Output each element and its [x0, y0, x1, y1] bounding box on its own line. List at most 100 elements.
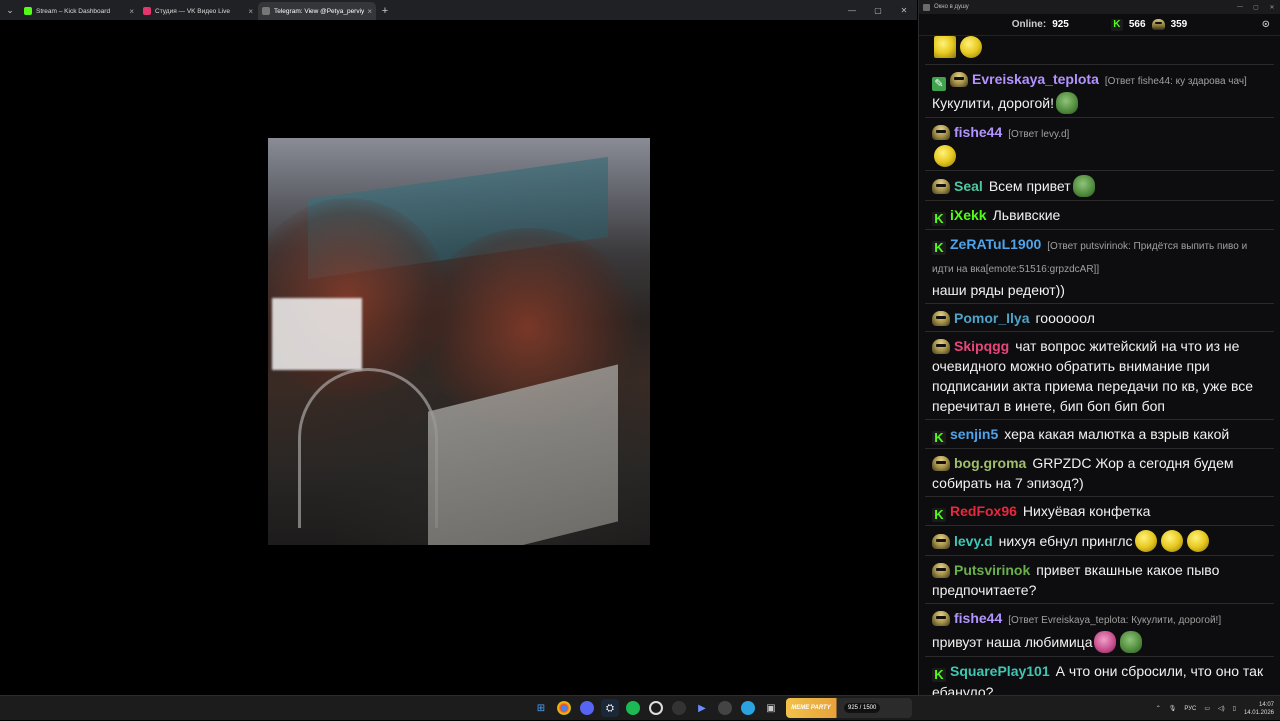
- chat-message: K RedFox96 Нихуёвая конфетка: [925, 497, 1274, 526]
- minimize-icon[interactable]: —: [839, 0, 865, 20]
- chat-message: Seal Всем привет: [925, 171, 1274, 201]
- reply-reference: [Ответ levy.d]: [1008, 129, 1070, 140]
- telegram-icon[interactable]: [741, 701, 755, 715]
- chat-window-titlebar: Окно в душу — ▢ ✕: [919, 0, 1280, 14]
- chat-window: Окно в душу — ▢ ✕ Online: 925 K 566 359 …: [918, 0, 1280, 695]
- browser-tab[interactable]: Telegram: View @Petya_perviy ×: [258, 2, 376, 20]
- chat-username[interactable]: Putsvirinok: [954, 562, 1030, 578]
- settings-icon[interactable]: ⊙: [1262, 19, 1270, 30]
- chat-message-list[interactable]: ✎ Evreiskaya_teplota [Ответ fishe44: ку зд…: [919, 36, 1280, 695]
- vk-viewer-count: 359: [1170, 19, 1188, 30]
- pepe-emote-icon: [1120, 631, 1143, 653]
- chat-message: Putsvirinok привет вкашные какое пыво пре…: [925, 556, 1274, 604]
- close-window-icon[interactable]: ✕: [891, 0, 917, 20]
- chat-username[interactable]: SquarePlay101: [950, 663, 1050, 679]
- meme-party-widget[interactable]: MEME PARTY 925 / 1500: [786, 698, 912, 718]
- chat-window-title: Окно в душу: [934, 4, 969, 10]
- tray-chevron-icon[interactable]: ⌃: [1156, 705, 1161, 712]
- tab-close-icon[interactable]: ×: [248, 7, 253, 16]
- chat-message-text: Кукулити, дорогой!: [932, 95, 1054, 111]
- maximize-icon[interactable]: ▢: [865, 0, 891, 20]
- kick-icon: K: [1110, 18, 1123, 31]
- chat-username[interactable]: Skipqgg: [954, 338, 1009, 354]
- goblin-badge-icon: [932, 125, 950, 140]
- goblin-badge-icon: [932, 534, 950, 549]
- window-controls: — ▢ ✕: [839, 0, 917, 20]
- chat-message-text: Всем привет: [988, 178, 1071, 194]
- network-icon[interactable]: ▭: [1204, 705, 1210, 712]
- kick-badge-icon: K: [932, 241, 946, 255]
- tab-close-icon[interactable]: ×: [129, 7, 134, 16]
- steam-icon[interactable]: ⛭: [601, 699, 619, 717]
- yellow-emote-icon: [1134, 530, 1157, 552]
- minimize-icon[interactable]: —: [1232, 0, 1248, 14]
- chat-username[interactable]: ZeRATuL1900: [950, 236, 1041, 252]
- tab-search-icon[interactable]: ⌄: [0, 0, 20, 20]
- chat-message-text: нихуя ебнул принглс: [998, 533, 1133, 549]
- microphone-icon[interactable]: 🎙: [1169, 705, 1177, 712]
- online-label: Online:: [1011, 19, 1047, 30]
- chat-header: Online: 925 K 566 359 ⊙: [919, 14, 1280, 36]
- volume-icon[interactable]: ◁): [1218, 705, 1225, 712]
- yellow-emote-icon: [934, 36, 956, 58]
- yellow-emote-icon: [1186, 530, 1209, 552]
- app-icon-round[interactable]: [718, 701, 732, 715]
- chat-username[interactable]: fishe44: [954, 124, 1002, 140]
- pencil-badge-icon: ✎: [932, 77, 946, 91]
- spotify-icon[interactable]: [626, 701, 640, 715]
- meme-party-title: MEME PARTY: [791, 705, 831, 711]
- chat-message: fishe44 [Ответ Evreiskaya_teplota: Кукули…: [925, 604, 1274, 657]
- yellow-emote-icon: [934, 145, 956, 167]
- chat-username[interactable]: fishe44: [954, 610, 1002, 626]
- close-window-icon[interactable]: ✕: [1264, 0, 1280, 14]
- chat-username[interactable]: iXekk: [950, 207, 987, 223]
- online-count: 925: [1052, 19, 1069, 30]
- tab-favicon-icon: [24, 7, 32, 15]
- chat-username[interactable]: Pomor_Ilya: [954, 310, 1029, 326]
- battery-icon[interactable]: ▯: [1233, 705, 1236, 712]
- app-icon-dark[interactable]: [672, 701, 686, 715]
- tab-favicon-icon: [143, 7, 151, 15]
- video-frame-gate: [298, 368, 438, 528]
- obs-icon[interactable]: [649, 701, 663, 715]
- chat-username[interactable]: Evreiskaya_teplota: [972, 71, 1099, 87]
- clock[interactable]: 14:07 14.01.2026: [1244, 701, 1274, 717]
- browser-tab[interactable]: Stream – Kick Dashboard ×: [20, 2, 138, 20]
- chat-message: ✎ Evreiskaya_teplota [Ответ fishe44: ку зд…: [925, 65, 1274, 118]
- browser-window: ⌄ Stream – Kick Dashboard × Студия — VK Ви…: [0, 0, 917, 695]
- video-player[interactable]: [268, 138, 650, 545]
- browser-tab[interactable]: Студия — VK Видео Live ×: [139, 2, 257, 20]
- chat-message-partial: [925, 36, 1274, 65]
- chat-message-text: Нихуёвая конфетка: [1022, 503, 1151, 519]
- chat-message-text: гоооооол: [1035, 310, 1095, 326]
- discord-icon[interactable]: [580, 701, 594, 715]
- tab-close-icon[interactable]: ×: [367, 7, 372, 16]
- chat-username[interactable]: levy.d: [954, 533, 993, 549]
- chat-username[interactable]: bog.groma: [954, 455, 1026, 471]
- chat-username[interactable]: senjin5: [950, 426, 998, 442]
- tab-title: Stream – Kick Dashboard: [36, 7, 111, 15]
- media-player-icon[interactable]: ▶: [693, 699, 711, 717]
- meme-party-counter: 925 / 1500: [844, 703, 881, 713]
- start-icon[interactable]: ⊞: [532, 699, 550, 717]
- chat-username[interactable]: Seal: [954, 178, 983, 194]
- chat-message: KiXekk Львивские: [925, 201, 1274, 230]
- pepe-emote-icon: [1072, 175, 1095, 197]
- system-tray: ⌃ 🎙 РУС ▭ ◁) ▯ 14:07 14.01.2026: [1156, 696, 1274, 721]
- chat-message-text: привуэт наша любимица: [932, 634, 1093, 650]
- maximize-icon[interactable]: ▢: [1248, 0, 1264, 14]
- kick-badge-icon: K: [932, 212, 946, 226]
- goblin-badge-icon: [932, 339, 950, 354]
- new-tab-button[interactable]: +: [377, 2, 393, 20]
- language-indicator[interactable]: РУС: [1184, 706, 1196, 712]
- chrome-icon[interactable]: [557, 701, 571, 715]
- tabs-container: Stream – Kick Dashboard × Студия — VK Виде…: [20, 2, 377, 20]
- chat-username[interactable]: RedFox96: [950, 503, 1017, 519]
- terminal-icon[interactable]: ▣: [762, 699, 780, 717]
- pink-emote-icon: [1094, 631, 1117, 653]
- goblin-badge-icon: [932, 456, 950, 471]
- tab-strip: ⌄ Stream – Kick Dashboard × Студия — VK Ви…: [0, 0, 917, 20]
- taskbar: ⊞ ⛭ ▶ ▣ MEME PARTY 925 / 1500 ⌃ 🎙 РУС ▭ …: [0, 695, 1280, 720]
- app-icon: [923, 3, 930, 11]
- chat-window-controls: — ▢ ✕: [1232, 0, 1280, 14]
